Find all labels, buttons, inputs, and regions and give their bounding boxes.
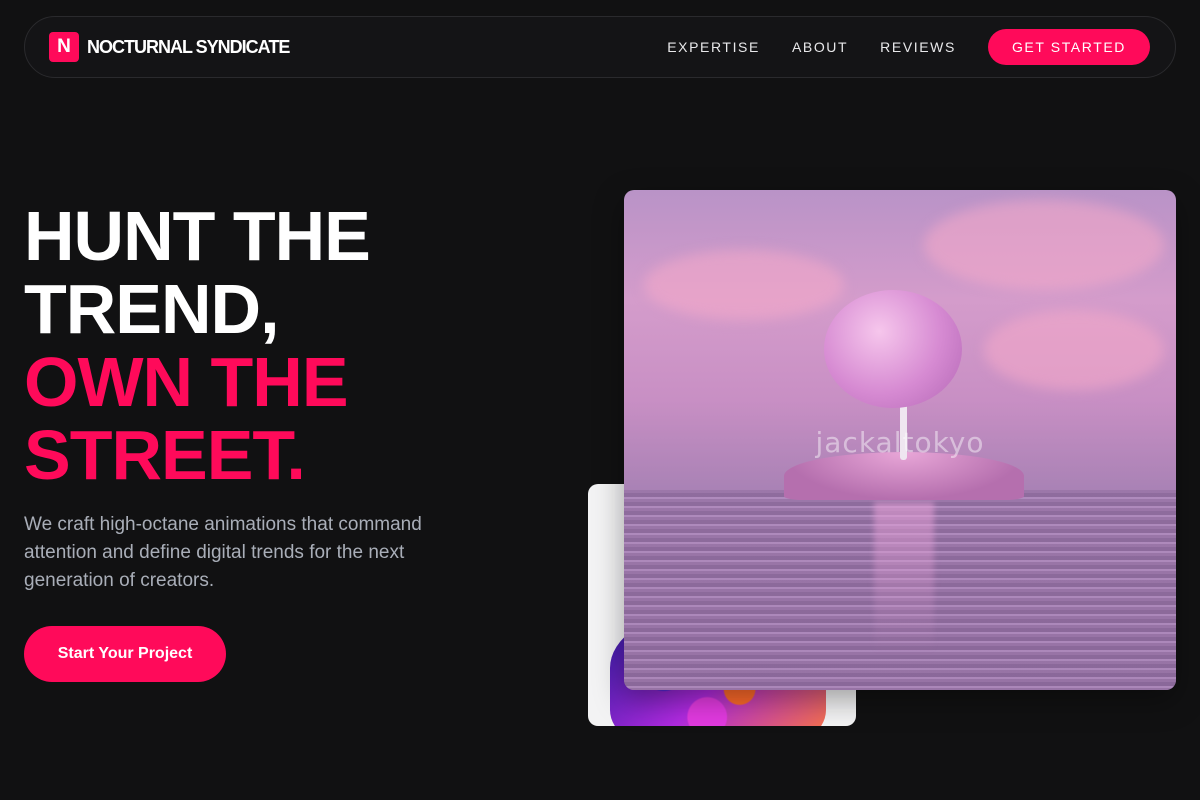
tree-reflection [874,502,934,652]
cloud [644,250,844,320]
cloud [984,310,1164,390]
brand-logo: N [49,32,79,62]
nav-link-about[interactable]: ABOUT [792,39,848,55]
brand[interactable]: N NOCTURNAL SYNDICATE [49,32,290,62]
brand-name: NOCTURNAL SYNDICATE [87,36,290,57]
nav-link-expertise[interactable]: EXPERTISE [667,39,760,55]
nav-link-reviews[interactable]: REVIEWS [880,39,956,55]
nav-links: EXPERTISE ABOUT REVIEWS GET STARTED [667,29,1150,65]
headline-line-2: TREND, [24,270,280,348]
hero-subtitle: We craft high-octane animations that com… [24,514,422,591]
headline-line-3: OWN THE [24,343,349,421]
get-started-button[interactable]: GET STARTED [987,29,1150,65]
tree-canopy [824,290,962,408]
headline-line-1: HUNT THE [24,197,371,275]
headline-line-4: STREET. [24,416,306,494]
cloud [924,200,1164,290]
image-watermark: jackaltokyo [815,426,985,459]
start-project-button[interactable]: Start Your Project [24,626,226,682]
front-image-pink-tree-island: jackaltokyo [624,190,1176,690]
navbar: N NOCTURNAL SYNDICATE EXPERTISE ABOUT RE… [24,16,1176,78]
hero-headline: HUNT THE TREND, OWN THE STREET. [24,197,371,494]
